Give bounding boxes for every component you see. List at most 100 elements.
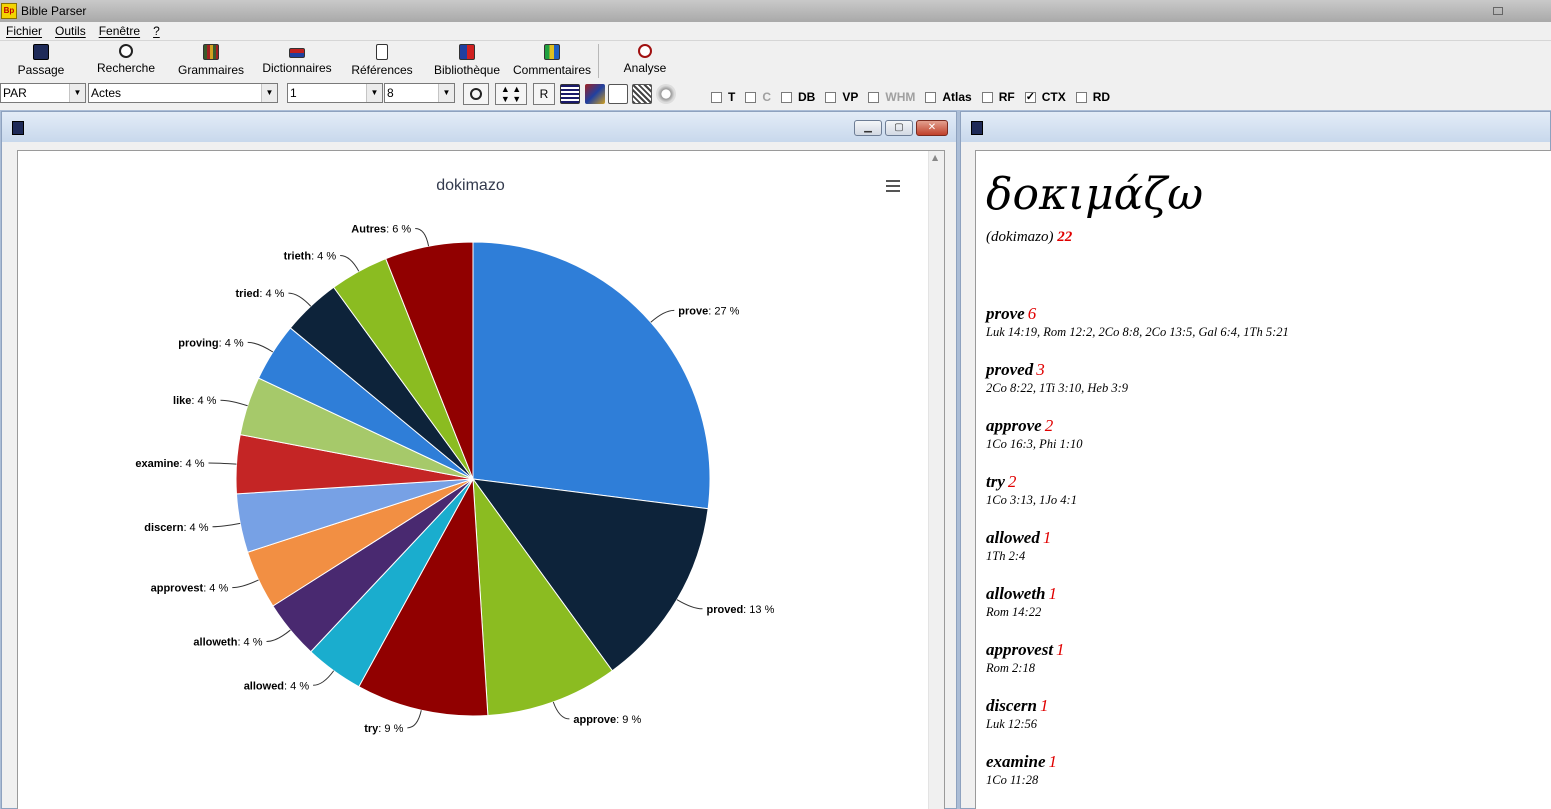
chevron-down-icon[interactable]: ▼ [366,84,382,102]
translation-word[interactable]: examine [986,752,1046,771]
pie-chart: prove: 27 % proved: 13 % approve: 9 % try: … [135,224,774,735]
checkbox-rf[interactable] [981,91,993,103]
passage-book-icon [33,44,49,60]
detail-window-titlebar[interactable] [961,112,1550,142]
commentaires-button[interactable]: Commentaires [510,42,594,80]
pie-label-tried: tried: 4 % [236,288,285,300]
verse-spinner[interactable]: ▲ ▲ ▼ ▼ [495,83,527,105]
translation-word[interactable]: try [986,472,1005,491]
list-item: alloweth 1 Rom 14:22 [986,584,1289,640]
restore-window-icon[interactable] [1493,7,1503,15]
r-button[interactable]: R [533,83,555,105]
grammaires-button[interactable]: Grammaires [176,42,246,80]
books-stack-icon[interactable] [585,84,605,104]
verse-references[interactable]: Rom 2:18 [986,661,1289,676]
text-lines-icon[interactable] [560,84,580,104]
translation-word[interactable]: alloweth [986,584,1046,603]
chevron-down-icon[interactable]: ▼ [261,84,277,102]
grammar-books-icon [203,44,219,60]
chart-window: ▁ ▢ ✕ dokimazo prove: 27 % proved: 13 % ap… [1,111,957,809]
verse-references[interactable]: 1Co 3:13, 1Jo 4:1 [986,493,1289,508]
pie-connector-proved [676,599,703,610]
verse-select[interactable]: 8 ▼ [384,83,455,103]
tree-diagram-icon[interactable] [608,84,628,104]
dictionary-icon [289,48,305,58]
chapter-select[interactable]: 1 ▼ [287,83,383,103]
option-checkboxes: T C DB VP WHM Atlas RF CTX RD [711,90,1120,104]
checkbox-db[interactable] [781,91,793,103]
verse-references[interactable]: 1Th 2:4 [986,549,1289,564]
minimize-button[interactable]: ▁ [854,120,882,136]
commentary-icon [544,44,560,60]
analyse-button[interactable]: Analyse [620,42,670,80]
references-button[interactable]: Références [350,42,414,80]
search-passage-button[interactable] [463,83,489,105]
greek-headword: δοκιμάζω [986,169,1204,220]
close-button[interactable]: ✕ [916,120,948,136]
dictionnaires-button[interactable]: Dictionnaires [259,42,335,80]
translation-word[interactable]: proved [986,360,1033,379]
list-item: prove 6 Luk 14:19, Rom 12:2, 2Co 8:8, 2Co … [986,304,1289,360]
translation-word[interactable]: approvest [986,640,1053,659]
magnifier-icon [470,88,482,100]
recherche-button[interactable]: Recherche [94,42,158,80]
list-item: approvest 1 Rom 2:18 [986,640,1289,696]
translation-count: 1 [1048,752,1058,771]
title-bar[interactable]: Bp Bible Parser [0,0,1551,22]
checkbox-rd[interactable] [1075,91,1087,103]
translation-word[interactable]: allowed [986,528,1040,547]
app-logo-icon: Bp [1,3,17,19]
pie-slice-prove[interactable] [472,241,711,510]
menu-fenetre[interactable]: Fenêtre [93,24,147,38]
library-icon [459,44,475,60]
tools-icon[interactable] [632,84,652,104]
detail-window: δοκιμάζω (dokimazo) 22 prove 6 Luk 14:19, … [960,111,1551,809]
spin-up-icon[interactable]: ▲ ▲ [496,84,526,94]
menu-fichier[interactable]: Fichier [0,24,49,38]
maximize-button[interactable]: ▢ [885,120,913,136]
pie-label-prove: prove: 27 % [678,305,739,317]
translation-count: 2 [1007,472,1017,491]
verse-references[interactable]: Luk 14:19, Rom 12:2, 2Co 8:8, 2Co 13:5, … [986,325,1289,340]
translation-count: 1 [1056,640,1065,659]
pie-connector-alloweth [266,629,291,643]
menu-bar: Fichier Outils Fenêtre ? [0,22,1551,41]
translation-word[interactable]: approve [986,416,1042,435]
checkbox-ctx[interactable] [1024,90,1036,103]
book-select[interactable]: Actes ▼ [88,83,278,103]
verse-references[interactable]: 2Co 8:22, 1Ti 3:10, Heb 3:9 [986,381,1289,396]
checkbox-atlas[interactable] [925,91,937,103]
list-item: approve 2 1Co 16:3, Phi 1:10 [986,416,1289,472]
close-icon: ✕ [927,122,937,133]
checkbox-vp[interactable] [825,91,837,103]
pie-label-allowed: allowed: 4 % [244,680,310,692]
audio-disc-icon[interactable] [656,84,676,104]
version-select[interactable]: PAR ▼ [0,83,86,103]
checkbox-c[interactable] [745,91,757,103]
chart-window-titlebar[interactable]: ▁ ▢ ✕ [2,112,956,142]
chart-vertical-scrollbar[interactable]: ▲ [928,151,944,809]
total-count: 22 [1057,229,1073,245]
search-magnifier-icon [119,44,133,58]
bibliotheque-button[interactable]: Bibliothèque [430,42,504,80]
translation-word[interactable]: prove [986,304,1025,323]
checkbox-t[interactable] [711,91,722,103]
pie-connector-trieth [340,255,360,272]
pie-label-like: like: 4 % [173,395,217,407]
chevron-down-icon[interactable]: ▼ [69,84,85,102]
spin-down-icon[interactable]: ▼ ▼ [496,94,526,104]
passage-button[interactable]: Passage [14,42,68,80]
verse-references[interactable]: 1Co 11:28 [986,773,1289,788]
pie-connector-try [407,710,422,729]
mdi-workspace: ▁ ▢ ✕ dokimazo prove: 27 % proved: 13 % ap… [0,110,1551,809]
verse-references[interactable]: Rom 14:22 [986,605,1289,620]
scroll-up-icon[interactable]: ▲ [932,153,938,162]
verse-references[interactable]: 1Co 16:3, Phi 1:10 [986,437,1289,452]
verse-references[interactable]: Luk 12:56 [986,717,1289,732]
translation-word[interactable]: discern [986,696,1037,715]
checkbox-whm[interactable] [868,91,880,103]
chevron-down-icon[interactable]: ▼ [438,84,454,102]
menu-outils[interactable]: Outils [49,24,93,38]
pie-label-discern: discern: 4 % [144,522,208,534]
menu-help[interactable]: ? [147,24,167,38]
